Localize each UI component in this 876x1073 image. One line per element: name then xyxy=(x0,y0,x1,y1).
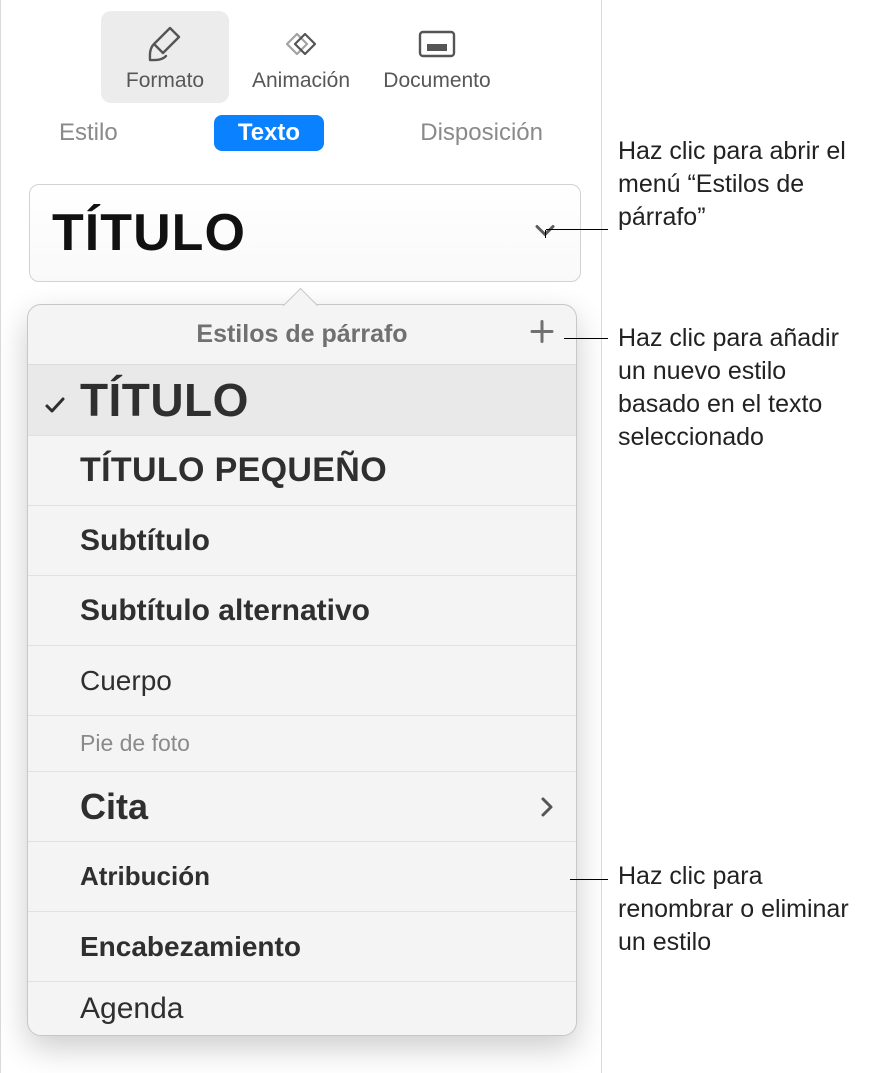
inspector-subtabs: Estilo Texto Disposición xyxy=(1,108,601,158)
style-option-label: Pie de foto xyxy=(80,730,190,757)
popover-title-bar: Estilos de párrafo xyxy=(28,305,576,365)
style-option[interactable]: Subtítulo xyxy=(28,505,576,575)
add-style-button[interactable] xyxy=(528,317,556,352)
paragraph-style-selector-row: TÍTULO xyxy=(1,184,601,282)
style-option[interactable]: Atribución xyxy=(28,841,576,911)
animation-button[interactable]: Animación xyxy=(237,11,365,103)
paintbrush-icon xyxy=(145,20,185,68)
document-button[interactable]: Documento xyxy=(373,11,501,103)
style-option[interactable]: Agenda xyxy=(28,981,576,1035)
paragraph-styles-popover: Estilos de párrafo TÍTULO TÍTULO PEQUEÑO S… xyxy=(27,304,577,1036)
style-option-label: Atribución xyxy=(80,861,210,892)
style-option-label: Cuerpo xyxy=(80,665,172,697)
tab-text[interactable]: Texto xyxy=(214,115,324,151)
style-option-label: Subtítulo xyxy=(80,524,210,558)
inspector-toolbar: Formato Animación Documento xyxy=(1,0,601,108)
format-label: Formato xyxy=(126,68,204,93)
style-option[interactable]: TÍTULO xyxy=(28,365,576,435)
style-option-label: TÍTULO xyxy=(80,373,249,427)
style-option-label: Agenda xyxy=(80,992,183,1026)
annotation-add-style: Haz clic para añadir un nuevo estilo bas… xyxy=(618,322,868,454)
style-option-label: Cita xyxy=(80,786,148,828)
animation-label: Animación xyxy=(252,68,350,93)
document-label: Documento xyxy=(383,68,490,93)
tab-layout[interactable]: Disposición xyxy=(396,115,567,151)
style-option[interactable]: Subtítulo alternativo xyxy=(28,575,576,645)
style-option-label: TÍTULO PEQUEÑO xyxy=(80,451,387,490)
tab-style[interactable]: Estilo xyxy=(35,115,142,151)
annotation-rename-delete: Haz clic para renombrar o eliminar un es… xyxy=(618,860,868,959)
checkmark-icon xyxy=(44,373,66,427)
style-option[interactable]: TÍTULO PEQUEÑO xyxy=(28,435,576,505)
inspector-panel: Formato Animación Documento Estilo Texto xyxy=(0,0,602,1073)
callout-leader xyxy=(546,229,608,230)
callout-leader xyxy=(564,338,608,339)
popover-title: Estilos de párrafo xyxy=(196,320,407,349)
style-option[interactable]: Encabezamiento xyxy=(28,911,576,981)
annotation-open-menu: Haz clic para abrir el menú “Estilos de … xyxy=(618,135,868,234)
callout-leader xyxy=(570,879,608,880)
style-option-label: Encabezamiento xyxy=(80,931,301,963)
style-option[interactable]: Cita xyxy=(28,771,576,841)
format-button[interactable]: Formato xyxy=(101,11,229,103)
style-option-label: Subtítulo alternativo xyxy=(80,594,370,628)
chevron-right-icon[interactable] xyxy=(538,786,556,828)
style-option[interactable]: Cuerpo xyxy=(28,645,576,715)
current-style-label: TÍTULO xyxy=(52,203,246,263)
style-list: TÍTULO TÍTULO PEQUEÑO Subtítulo Subtítulo a… xyxy=(28,365,576,1035)
style-option[interactable]: Pie de foto xyxy=(28,715,576,771)
slide-icon xyxy=(415,20,459,68)
diamond-icon xyxy=(278,20,324,68)
paragraph-style-selector[interactable]: TÍTULO xyxy=(29,184,581,282)
